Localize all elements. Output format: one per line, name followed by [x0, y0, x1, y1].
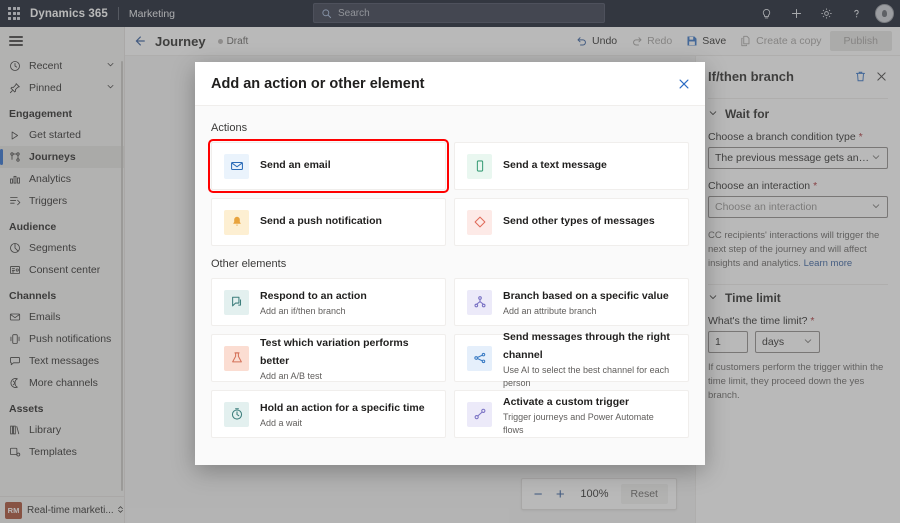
card-text: Send a text message — [503, 159, 607, 172]
card-activate-a-custom-trigger[interactable]: Activate a custom trigger Trigger journe… — [454, 390, 689, 438]
card-title: Send an email — [260, 159, 331, 172]
card-send-an-email[interactable]: Send an email — [208, 139, 449, 193]
channel-ai-icon — [467, 345, 492, 371]
push-bell-icon — [224, 209, 249, 235]
card-branch-based-on-a-specific-value[interactable]: Branch based on a specific value Add an … — [454, 278, 689, 326]
card-respond-to-an-action[interactable]: Respond to an action Add an if/then bran… — [211, 278, 446, 326]
card-text: Respond to an action Add an if/then bran… — [260, 286, 367, 317]
card-text: Send other types of messages — [503, 215, 655, 228]
card-title: Send a text message — [503, 159, 607, 172]
card-title: Send messages through the right channel — [503, 331, 670, 362]
card-text: Send an email — [260, 159, 331, 172]
card-subtitle: Add an if/then branch — [260, 306, 346, 317]
other-messages-icon — [467, 209, 492, 235]
card-send-other-types-of-messages[interactable]: Send other types of messages — [454, 198, 689, 246]
dialog-header: Add an action or other element — [195, 62, 705, 106]
ab-test-icon — [224, 345, 249, 371]
card-subtitle: Trigger journeys and Power Automate flow… — [503, 412, 654, 435]
respond-icon — [224, 289, 249, 315]
card-text: Hold an action for a specific time Add a… — [260, 398, 425, 429]
card-title: Send a push notification — [260, 215, 382, 228]
card-title: Activate a custom trigger — [503, 396, 630, 409]
card-text: Send messages through the right channel … — [503, 327, 676, 388]
card-subtitle: Add an attribute branch — [503, 306, 597, 317]
card-send-messages-through-the-right-channel[interactable]: Send messages through the right channel … — [454, 331, 689, 388]
branch-icon — [467, 289, 492, 315]
card-test-which-variation-performs-better[interactable]: Test which variation performs better Add… — [211, 334, 446, 382]
dialog-body: Actions Send an email Send a text messag… — [195, 106, 705, 465]
section-title-other-elements: Other elements — [211, 258, 287, 270]
section-title-actions: Actions — [211, 122, 248, 134]
card-send-a-text-message[interactable]: Send a text message — [454, 142, 689, 190]
card-hold-an-action-for-a-specific-time[interactable]: Hold an action for a specific time Add a… — [211, 390, 446, 438]
email-icon — [224, 153, 249, 179]
card-text: Branch based on a specific value Add an … — [503, 286, 669, 317]
card-text: Test which variation performs better Add… — [260, 333, 433, 382]
card-text: Activate a custom trigger Trigger journe… — [503, 392, 676, 435]
card-title: Hold an action for a specific time — [260, 402, 425, 415]
add-action-dialog: Add an action or other element Actions S… — [195, 62, 705, 465]
custom-trigger-icon — [467, 401, 492, 427]
card-subtitle: Use AI to select the best channel for ea… — [503, 365, 670, 388]
other-elements-grid: Respond to an action Add an if/then bran… — [211, 278, 689, 438]
timer-icon — [224, 401, 249, 427]
dynamics-365-marketing-app: Dynamics 365 Marketing Search Recent Pin… — [0, 0, 900, 523]
card-title: Send other types of messages — [503, 215, 655, 228]
card-send-a-push-notification[interactable]: Send a push notification — [211, 198, 446, 246]
card-subtitle: Add a wait — [260, 418, 303, 429]
card-title: Test which variation performs better — [260, 337, 409, 368]
close-icon[interactable] — [677, 77, 691, 91]
card-text: Send a push notification — [260, 215, 382, 228]
card-subtitle: Add an A/B test — [260, 371, 323, 382]
card-title: Branch based on a specific value — [503, 290, 669, 303]
card-title: Respond to an action — [260, 290, 367, 303]
sms-icon — [467, 153, 492, 179]
dialog-title: Add an action or other element — [211, 75, 425, 92]
actions-grid: Send an email Send a text message Send a… — [208, 139, 689, 246]
